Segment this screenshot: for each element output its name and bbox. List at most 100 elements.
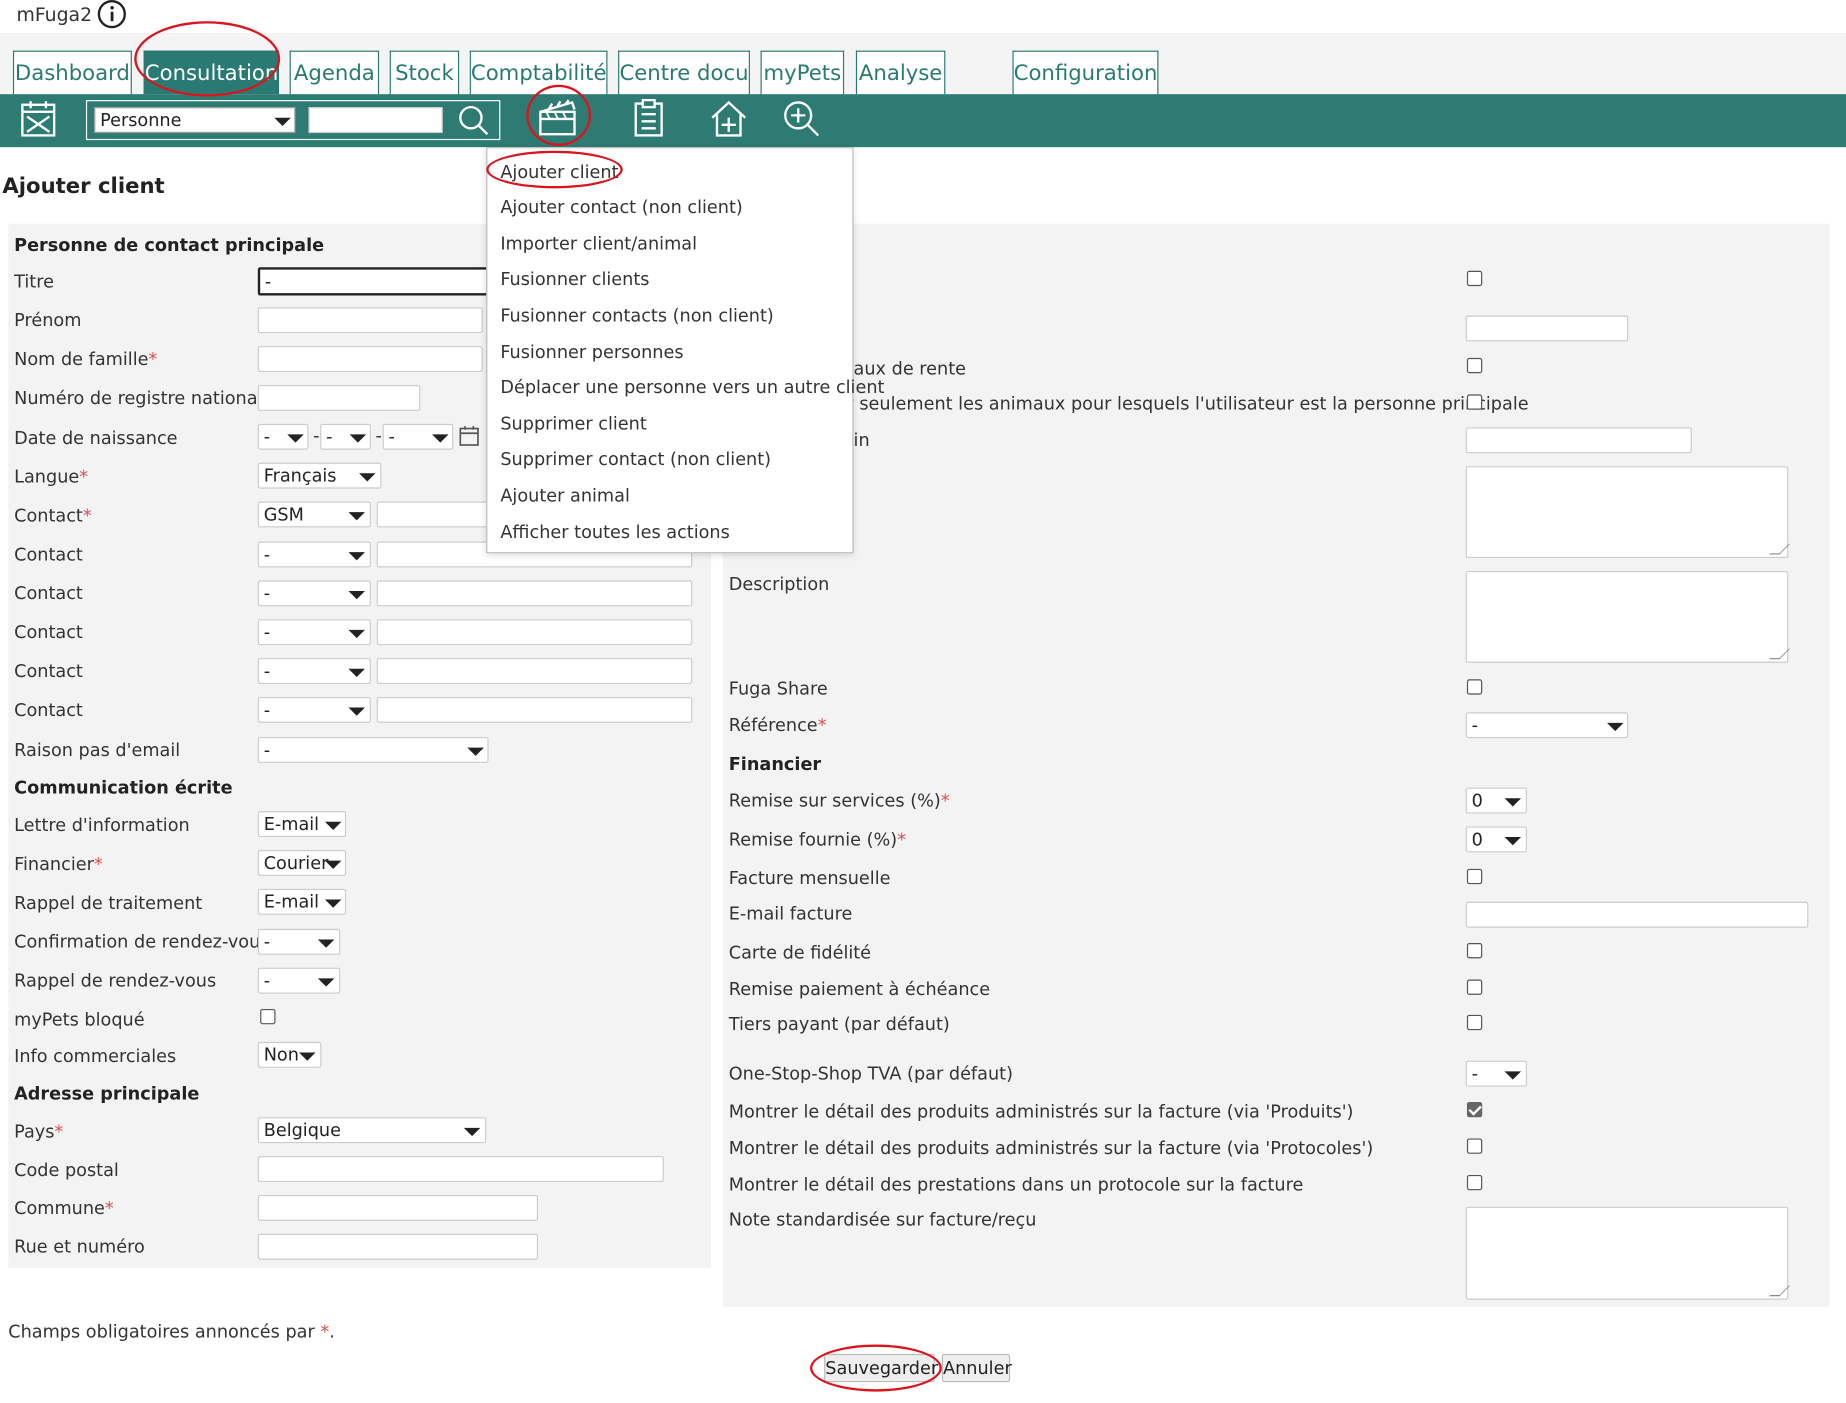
rente-checkbox[interactable] [1466, 357, 1483, 374]
tab-stock[interactable]: Stock [389, 50, 460, 95]
tab-agenda[interactable]: Agenda [289, 50, 380, 95]
menu-item-deplacer-personne[interactable]: Déplacer une personne vers un autre clie… [500, 377, 884, 398]
contact-value-input-1[interactable] [376, 501, 489, 528]
oss-tva-select[interactable]: - [1465, 1060, 1527, 1087]
title-bar: mFuga2 [0, 0, 1846, 33]
right-textarea-1[interactable] [1465, 466, 1789, 559]
detail-protocoles-checkbox[interactable] [1466, 1138, 1483, 1154]
registre-label: Numéro de registre national [14, 387, 263, 409]
calendar-icon[interactable] [20, 99, 58, 139]
right-input-1[interactable] [1465, 315, 1629, 342]
langue-select[interactable]: Français [257, 462, 382, 489]
contact-type-select-2[interactable]: - [257, 541, 371, 568]
contact-type-select-6[interactable]: - [257, 696, 371, 723]
date-separator: - [313, 425, 320, 447]
birth-day-select[interactable]: - [257, 423, 309, 450]
contact-type-select-1[interactable]: GSM [257, 501, 371, 528]
naissance-label: Date de naissance [14, 427, 178, 449]
email-facture-label: E-mail facture [728, 902, 853, 925]
tiers-payant-checkbox[interactable] [1466, 1014, 1483, 1031]
remise-services-select[interactable]: 0 [1465, 787, 1527, 814]
menu-item-fusionner-contacts[interactable]: Fusionner contacts (non client) [500, 305, 773, 326]
code-postal-input[interactable] [257, 1156, 664, 1183]
nom-input[interactable] [257, 346, 483, 373]
confirmation-rdv-select[interactable]: - [257, 928, 341, 955]
remise-fournie-label: Remise fournie (%)* [728, 828, 907, 851]
info-comm-select[interactable]: Non [257, 1041, 322, 1068]
description-label: Description [728, 573, 830, 595]
animaux-principale-checkbox[interactable] [1466, 394, 1483, 410]
contact-value-input-4[interactable] [376, 619, 693, 646]
contact-label-4: Contact [14, 621, 83, 643]
tab-centre-docu[interactable]: Centre docu [618, 50, 750, 95]
tab-configuration[interactable]: Configuration [1012, 50, 1159, 95]
titre-select[interactable]: - [257, 267, 489, 296]
right-checkbox-1[interactable] [1466, 270, 1483, 287]
right-input-2[interactable] [1465, 427, 1692, 454]
carte-fidelite-checkbox[interactable] [1466, 943, 1483, 959]
birth-year-select[interactable]: - [382, 423, 454, 450]
search-input[interactable] [308, 107, 443, 134]
lettre-label: Lettre d'information [14, 814, 190, 836]
rappel-rdv-select[interactable]: - [257, 967, 341, 994]
contact-type-select-4[interactable]: - [257, 619, 371, 646]
tab-mypets[interactable]: myPets [760, 50, 845, 95]
info-icon[interactable] [97, 0, 128, 31]
lettre-select[interactable]: E-mail [257, 811, 347, 838]
home-plus-icon[interactable] [709, 99, 749, 139]
financier-select[interactable]: Courier [257, 850, 347, 876]
pays-label: Pays* [14, 1120, 64, 1142]
search-icon[interactable] [457, 104, 490, 137]
menu-item-ajouter-animal[interactable]: Ajouter animal [500, 485, 630, 506]
section-comm-title: Communication écrite [14, 777, 233, 799]
commune-input[interactable] [257, 1194, 539, 1221]
tab-comptabilite[interactable]: Comptabilité [469, 50, 608, 95]
contact-value-input-6[interactable] [376, 696, 693, 723]
search-type-select[interactable]: Personne [94, 107, 296, 134]
registre-input[interactable] [257, 384, 421, 411]
clipboard-icon[interactable] [632, 98, 665, 139]
description-textarea[interactable] [1465, 570, 1789, 663]
date-separator: - [375, 425, 382, 447]
tab-dashboard[interactable]: Dashboard [12, 50, 132, 95]
pays-select[interactable]: Belgique [257, 1117, 487, 1144]
detail-produits-checkbox[interactable] [1466, 1101, 1483, 1118]
menu-item-importer[interactable]: Importer client/animal [500, 233, 697, 254]
animaux-principale-label: r seulement les animaux pour lesquels l'… [846, 393, 1529, 415]
contact-type-select-5[interactable]: - [257, 658, 371, 685]
calendar-picker-icon[interactable] [459, 425, 480, 446]
detail-prestations-checkbox[interactable] [1466, 1174, 1483, 1191]
nom-label: Nom de famille* [14, 348, 158, 370]
prenom-input[interactable] [257, 307, 483, 334]
mypets-bloque-checkbox[interactable] [260, 1008, 276, 1025]
fuga-share-checkbox[interactable] [1466, 679, 1483, 695]
tab-analyse[interactable]: Analyse [855, 50, 946, 95]
menu-item-toutes-actions[interactable]: Afficher toutes les actions [500, 522, 729, 543]
code-postal-label: Code postal [14, 1159, 119, 1181]
email-facture-input[interactable] [1465, 901, 1809, 928]
detail-protocoles-label: Montrer le détail des produits administr… [728, 1137, 1374, 1159]
contact-type-select-3[interactable]: - [257, 580, 371, 607]
menu-item-fusionner-clients[interactable]: Fusionner clients [500, 268, 649, 289]
reference-select[interactable]: - [1465, 712, 1629, 739]
menu-item-supprimer-client[interactable]: Supprimer client [500, 413, 646, 434]
remise-fournie-select[interactable]: 0 [1465, 826, 1527, 853]
titre-label: Titre [14, 270, 54, 292]
zoom-in-icon[interactable] [782, 99, 822, 139]
birth-month-select[interactable]: - [320, 423, 371, 450]
note-facture-textarea[interactable] [1465, 1206, 1789, 1300]
contact-value-input-3[interactable] [376, 580, 693, 607]
facture-mensuelle-checkbox[interactable] [1466, 868, 1483, 885]
section-contact-title: Personne de contact principale [14, 234, 325, 256]
rue-input[interactable] [257, 1233, 539, 1260]
raison-email-select[interactable]: - [257, 736, 489, 763]
section-adresse-title: Adresse principale [14, 1083, 200, 1105]
menu-item-supprimer-contact[interactable]: Supprimer contact (non client) [500, 449, 771, 470]
rappel-rdv-label: Rappel de rendez-vous [14, 970, 217, 992]
rappel-traitement-select[interactable]: E-mail [257, 888, 347, 915]
menu-item-ajouter-contact[interactable]: Ajouter contact (non client) [500, 197, 742, 218]
contact-value-input-5[interactable] [376, 658, 693, 685]
remise-paiement-checkbox[interactable] [1466, 979, 1483, 995]
cancel-button[interactable]: Annuler [941, 1353, 1012, 1383]
menu-item-fusionner-personnes[interactable]: Fusionner personnes [500, 341, 683, 362]
